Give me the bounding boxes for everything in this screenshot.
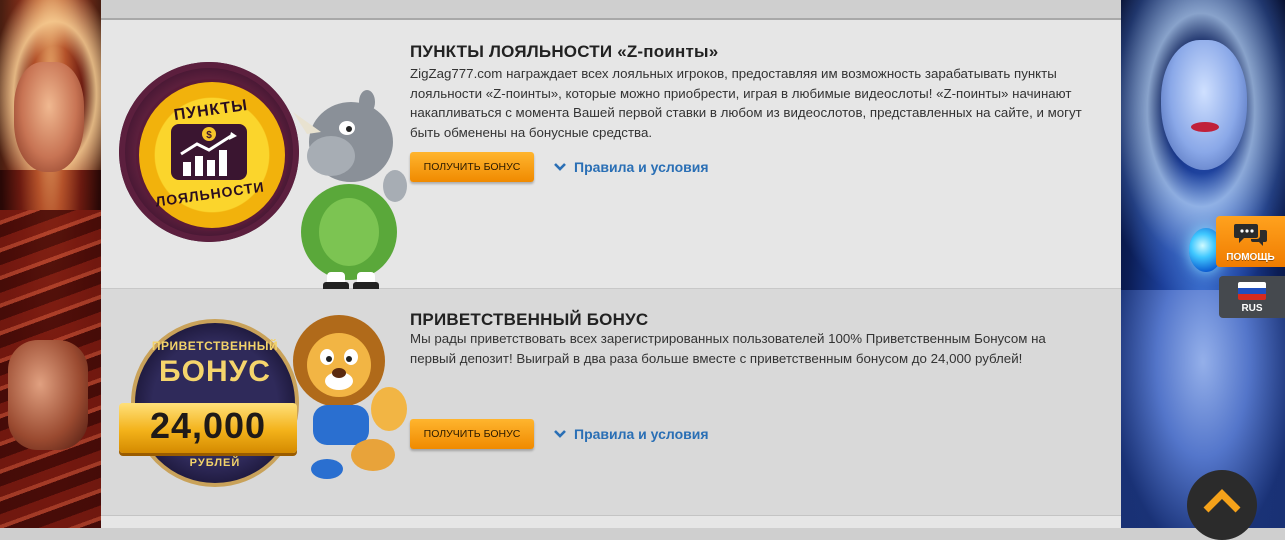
next-promo-card-edge bbox=[101, 516, 1121, 528]
promotions-list: $ ПУНКТЫ ЛОЯЛЬНОСТИ ПУНКТЫ ЛОЯЛЬНОСТИ «Z… bbox=[101, 0, 1121, 528]
right-art-lips bbox=[1191, 122, 1219, 132]
left-art-face bbox=[14, 62, 84, 172]
right-art-face bbox=[1161, 40, 1247, 170]
promo-card-welcome: ПРИВЕТСТВЕННЫЙ БОНУС 24,000 РУБЛЕЙ ПРИВЕ… bbox=[101, 289, 1121, 516]
left-art-fist bbox=[8, 340, 88, 450]
coin-chart-icon: $ bbox=[171, 124, 247, 180]
svg-text:$: $ bbox=[206, 130, 212, 141]
welcome-badge-image: ПРИВЕТСТВЕННЫЙ БОНУС 24,000 РУБЛЕЙ bbox=[119, 309, 409, 499]
chat-bubbles-icon bbox=[1234, 224, 1267, 246]
left-side-art bbox=[0, 0, 101, 528]
russia-flag-icon bbox=[1238, 282, 1266, 300]
rules-and-conditions-link[interactable]: Правила и условия bbox=[553, 424, 709, 444]
loyalty-badge-image: $ ПУНКТЫ ЛОЯЛЬНОСТИ bbox=[119, 62, 407, 292]
promo-card-loyalty: $ ПУНКТЫ ЛОЯЛЬНОСТИ ПУНКТЫ ЛОЯЛЬНОСТИ «Z… bbox=[101, 20, 1121, 292]
chevron-down-icon bbox=[554, 163, 566, 171]
get-bonus-button[interactable]: ПОЛУЧИТЬ БОНУС bbox=[410, 419, 534, 449]
welcome-badge-currency: РУБЛЕЙ bbox=[189, 457, 241, 469]
chevron-down-icon bbox=[554, 430, 566, 438]
promo-description: Мы рады приветствовать всех зарегистриро… bbox=[410, 331, 1046, 366]
lion-mascot-icon bbox=[293, 315, 407, 479]
rules-link-label: Правила и условия bbox=[574, 159, 709, 175]
top-divider bbox=[101, 0, 1121, 20]
scroll-to-top-button[interactable] bbox=[1187, 470, 1257, 540]
rhino-mascot-icon bbox=[293, 90, 407, 292]
help-label: ПОМОЩЬ bbox=[1226, 252, 1275, 263]
chevron-up-icon bbox=[1203, 489, 1241, 513]
language-label: RUS bbox=[1241, 303, 1263, 314]
welcome-badge-top-text: ПРИВЕТСТВЕННЫЙ bbox=[151, 339, 279, 353]
welcome-badge-mid-text: БОНУС bbox=[159, 355, 271, 388]
help-button[interactable]: ПОМОЩЬ bbox=[1216, 216, 1285, 267]
promo-description: ZigZag777.com награждает всех лояльных и… bbox=[410, 66, 1082, 140]
promo-title: ПРИВЕТСТВЕННЫЙ БОНУС bbox=[410, 310, 649, 329]
language-selector[interactable]: RUS bbox=[1219, 276, 1285, 318]
rules-link-label: Правила и условия bbox=[574, 426, 709, 442]
rules-and-conditions-link[interactable]: Правила и условия bbox=[553, 157, 709, 177]
promo-title: ПУНКТЫ ЛОЯЛЬНОСТИ «Z-поинты» bbox=[410, 42, 719, 61]
get-bonus-button[interactable]: ПОЛУЧИТЬ БОНУС bbox=[410, 152, 534, 182]
